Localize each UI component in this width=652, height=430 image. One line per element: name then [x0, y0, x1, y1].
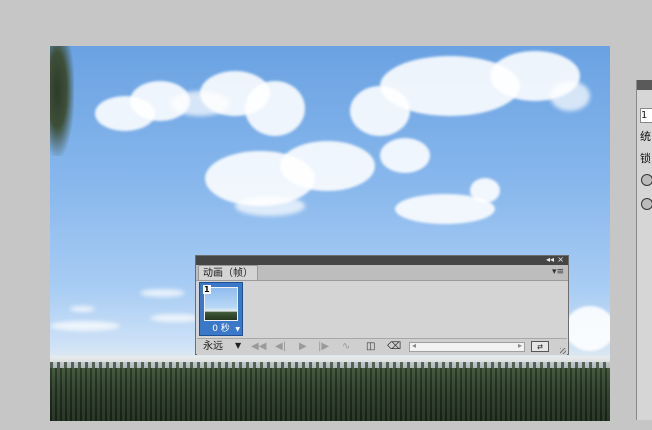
- frame-number: 1: [203, 285, 211, 294]
- tab-bar: 动画（帧） ▾≡: [196, 265, 568, 281]
- cloud: [170, 91, 230, 116]
- cloud: [280, 141, 375, 191]
- convert-timeline-button[interactable]: ⇄: [531, 341, 549, 352]
- layers-panel[interactable]: 1 统 锁: [636, 80, 652, 420]
- next-frame-button[interactable]: |▶: [318, 340, 329, 354]
- cloud: [245, 81, 305, 136]
- eye-icon[interactable]: [641, 198, 652, 210]
- document-canvas[interactable]: [50, 46, 610, 421]
- frame-thumbnail-1[interactable]: 1 0 秒 ▼: [199, 282, 243, 336]
- frames-area: 1 0 秒 ▼: [197, 281, 567, 337]
- cloud: [70, 306, 95, 312]
- animation-controls: 永远 ▼ ◀◀ ◀| ▶ |▶ ∿ ◫ ⌫ ◂ ▸ ⇄: [197, 338, 567, 355]
- tab-animation-frames[interactable]: 动画（帧）: [198, 265, 258, 280]
- cloud: [550, 81, 590, 111]
- chevron-down-icon[interactable]: ▼: [235, 326, 240, 333]
- scroll-right-icon[interactable]: ▸: [518, 341, 522, 350]
- cloud: [380, 138, 430, 173]
- lock-label: 锁: [640, 152, 651, 165]
- cloud: [565, 306, 610, 351]
- prev-frame-button[interactable]: ◀|: [275, 340, 286, 354]
- chevron-down-icon[interactable]: ▼: [235, 341, 241, 350]
- resize-grip[interactable]: [560, 348, 566, 354]
- tab-label: 动画（帧）: [203, 268, 253, 279]
- tween-button[interactable]: ∿: [342, 340, 350, 354]
- animation-panel[interactable]: ◂◂ × 动画（帧） ▾≡ 1 0 秒 ▼ 永远 ▼ ◀◀ ◀| ▶ |▶ ∿ …: [195, 255, 569, 355]
- new-frame-button[interactable]: ◫: [366, 340, 375, 354]
- panel-titlebar[interactable]: [637, 80, 652, 90]
- loop-options-select[interactable]: 永远: [203, 340, 223, 354]
- side-label: 统: [640, 130, 651, 143]
- collapse-icon[interactable]: ◂◂: [546, 255, 554, 265]
- cloud: [50, 321, 120, 331]
- first-frame-button[interactable]: ◀◀: [251, 340, 266, 354]
- cloud: [150, 314, 200, 322]
- side-input[interactable]: 1: [640, 108, 652, 123]
- cloud: [140, 289, 185, 297]
- cloud: [470, 178, 500, 203]
- tree-foliage: [50, 46, 74, 156]
- panel-menu-icon[interactable]: ▾≡: [552, 267, 564, 277]
- corn-field: [50, 368, 610, 421]
- panel-titlebar[interactable]: ◂◂ ×: [196, 255, 568, 265]
- close-icon[interactable]: ×: [557, 255, 564, 265]
- play-button[interactable]: ▶: [299, 340, 307, 354]
- eye-icon[interactable]: [641, 174, 652, 186]
- delete-frame-button[interactable]: ⌫: [387, 340, 401, 354]
- frames-scrollbar[interactable]: ◂ ▸: [409, 341, 525, 352]
- scroll-left-icon[interactable]: ◂: [412, 341, 416, 350]
- cloud: [235, 196, 305, 216]
